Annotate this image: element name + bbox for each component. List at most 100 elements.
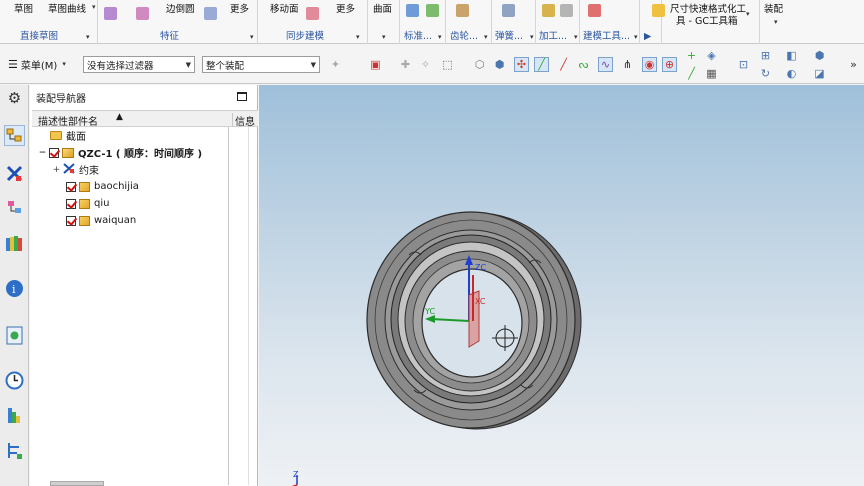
visibility-checkbox[interactable] (66, 198, 76, 209)
settings-gear-icon[interactable]: ⚙ (4, 87, 25, 108)
edge-blend-button[interactable]: 边倒圆 (166, 1, 195, 15)
rectangle-select-icon[interactable]: ⬚ (440, 57, 455, 72)
gear-icon[interactable] (426, 4, 439, 17)
toolbar-more-icon[interactable]: » (846, 57, 861, 72)
process-studio-icon[interactable] (4, 440, 25, 461)
visibility-checkbox[interactable] (49, 147, 59, 158)
expand-icon[interactable]: + (52, 165, 61, 175)
tree-row-label: 约束 (79, 166, 99, 177)
group-label-standard[interactable]: 标准... (404, 28, 432, 42)
intersection-icon[interactable]: ⋔ (620, 57, 635, 72)
constraint-navigator-icon[interactable] (4, 163, 25, 184)
plus-icon[interactable]: + (684, 48, 699, 63)
horizontal-scrollbar[interactable] (50, 481, 104, 486)
tree-row-label: waiquan (94, 215, 137, 226)
refresh-icon[interactable]: ↻ (758, 66, 773, 81)
grid-icon[interactable]: ▦ (704, 66, 719, 81)
constraints-icon (63, 162, 75, 177)
orient-icon[interactable]: ⬢ (812, 48, 827, 63)
filter-icon[interactable]: ✚ (398, 57, 413, 72)
snap-icon[interactable]: ✦ (328, 57, 343, 72)
selection-filter-value: 没有选择过滤器 (87, 60, 154, 72)
spline-icon[interactable]: ∿ (598, 57, 613, 72)
extrude-icon[interactable] (104, 7, 117, 20)
quadrant-icon[interactable]: ⊕ (662, 57, 677, 72)
tree-row-root-assembly[interactable]: − QZC-1 ( 顺序：时间顺序 ) (38, 144, 202, 161)
ribbon-group-gear: 齿轮... ▾ (446, 0, 492, 44)
pick-icon[interactable]: ✧ (418, 57, 433, 72)
selection-filter-combo[interactable]: 没有选择过滤器 ▼ (83, 56, 195, 73)
standard-part-icon[interactable] (406, 4, 419, 17)
gc-toolbox-icon[interactable] (652, 4, 665, 17)
curve-snap-icon[interactable]: ᔓ (576, 57, 591, 72)
assembly-button[interactable]: 装配 (764, 1, 783, 15)
pull-face-icon[interactable] (306, 7, 319, 20)
reuse-library-icon[interactable] (4, 233, 25, 254)
collapse-icon[interactable]: − (38, 148, 47, 158)
tree-row-label: 截面 (66, 132, 86, 143)
feature-more-button[interactable]: 更多 (230, 1, 249, 15)
group-label-gear[interactable]: 齿轮... (450, 28, 478, 42)
column-header-info[interactable]: 信息 (232, 113, 255, 128)
layout-icon[interactable]: ⊞ (758, 48, 773, 63)
assembly-navigator-icon[interactable] (4, 125, 25, 146)
web-browser-icon[interactable] (4, 325, 25, 346)
sketch-curve-button[interactable]: 草图曲线 (48, 1, 86, 15)
solid-icon[interactable]: ⬢ (492, 57, 507, 72)
tree-row-section[interactable]: 截面 (50, 127, 86, 144)
line-snap-icon[interactable]: ╱ (534, 57, 549, 72)
group-label-modeling-tools[interactable]: 建模工具... (583, 28, 630, 42)
fit-icon[interactable] (560, 4, 573, 17)
machining-icon[interactable] (542, 4, 555, 17)
tree-row-part-baochijia[interactable]: baochijia (66, 178, 139, 195)
graphics-viewport[interactable]: ZC YC XC Z (259, 85, 864, 486)
render-style-icon[interactable]: ◧ (784, 48, 799, 63)
sketch-button[interactable]: 草图 (14, 1, 33, 15)
point-snap-icon[interactable]: ✣ (514, 57, 529, 72)
part-icon (79, 181, 90, 192)
selection-scope-combo[interactable]: 整个装配 ▼ (202, 56, 320, 73)
fit-view-icon[interactable]: ⊡ (736, 57, 751, 72)
menu-icon: ☰ (8, 57, 18, 71)
assembly-navigator: 装配导航器 描述性部件名 ▲ 信息 截面 − QZC-1 ( 顺序：时间顺序 )… (30, 85, 258, 486)
group-label-direct-sketch: 直接草图 (20, 31, 59, 42)
gc-format-button-line2[interactable]: 具 - GC工具箱 (676, 13, 737, 27)
tree-row-part-waiquan[interactable]: waiquan (66, 212, 136, 229)
view-icon[interactable]: ◈ (704, 48, 719, 63)
bearing-model[interactable]: ZC YC XC Z (259, 85, 864, 486)
menu-button[interactable]: ☰ 菜单(M) ▾ (4, 55, 70, 73)
ribbon-group-assembly: 装配 ▾ (760, 0, 794, 44)
part-icon (79, 215, 90, 226)
diagonal-icon[interactable]: ╱ (684, 66, 699, 81)
sync-more-button[interactable]: 更多 (336, 1, 355, 15)
tree-row-constraints[interactable]: + 约束 (52, 161, 99, 178)
select-icon[interactable]: ▣ (368, 57, 383, 72)
visibility-checkbox[interactable] (66, 215, 76, 226)
camera-icon[interactable]: ◐ (784, 66, 799, 81)
tree-row-part-qiu[interactable]: qiu (66, 195, 109, 212)
system-materials-icon[interactable] (4, 405, 25, 426)
tolerance-icon[interactable] (588, 4, 601, 17)
gear-tool-icon[interactable] (456, 4, 469, 17)
move-face-button[interactable]: 移动面 (270, 1, 299, 15)
part-navigator-icon[interactable] (4, 198, 25, 219)
group-label-spring[interactable]: 弹簧... (495, 28, 523, 42)
group-label-feature: 特征 (160, 31, 180, 42)
column-header-name[interactable]: 描述性部件名 (38, 113, 98, 128)
tangent-icon[interactable]: ╱ (556, 57, 571, 72)
maximize-icon[interactable] (237, 92, 247, 101)
ribbon-overflow-button[interactable]: ▶ (644, 31, 651, 42)
history-icon[interactable] (4, 370, 25, 391)
group-label-machining[interactable]: 加工... (539, 28, 567, 42)
center-icon[interactable]: ◉ (642, 57, 657, 72)
hole-icon[interactable] (136, 7, 149, 20)
section-icon[interactable]: ◪ (812, 66, 827, 81)
chamfer-icon[interactable] (204, 7, 217, 20)
visibility-checkbox[interactable] (66, 181, 76, 192)
part-icon (79, 198, 90, 209)
hd3d-tools-icon[interactable]: i (4, 278, 25, 299)
shade-icon[interactable]: ⬡ (472, 57, 487, 72)
surface-button[interactable]: 曲面 (373, 1, 392, 15)
spring-icon[interactable] (502, 4, 515, 17)
menu-label: 菜单(M) (20, 60, 58, 72)
